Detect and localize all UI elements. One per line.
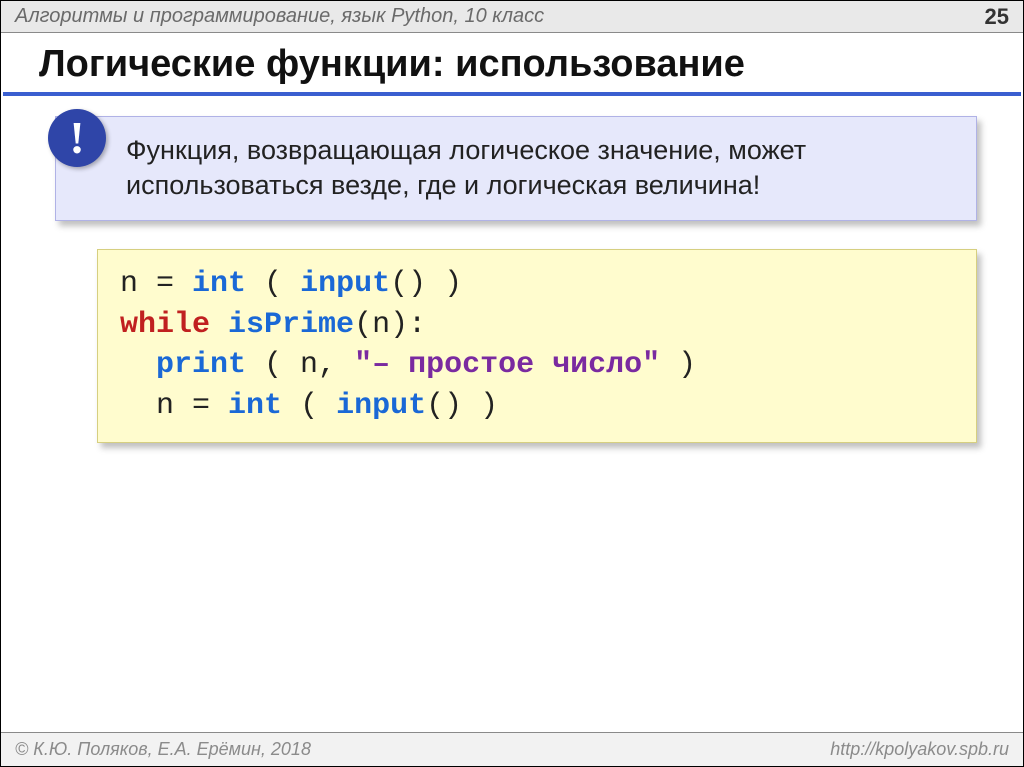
slide: Алгоритмы и программирование, язык Pytho…	[0, 0, 1024, 767]
footer-bar: © К.Ю. Поляков, Е.А. Ерёмин, 2018 http:/…	[1, 732, 1023, 766]
code-block: n = int ( input() ) while isPrime(n): pr…	[97, 249, 977, 443]
slide-title: Логические функции: использование	[3, 33, 1021, 96]
code-line-2: while isPrime(n):	[120, 308, 426, 342]
code-line-3: print ( n, "– простое число" )	[120, 348, 714, 382]
content-area: ! Функция, возвращающая логическое значе…	[1, 116, 1023, 732]
code-line-1: n = int ( input() )	[120, 267, 462, 301]
subject-label: Алгоритмы и программирование, язык Pytho…	[15, 5, 544, 28]
code-line-4: n = int ( input() )	[120, 389, 498, 423]
page-number: 25	[985, 4, 1009, 30]
copyright-label: © К.Ю. Поляков, Е.А. Ерёмин, 2018	[15, 739, 311, 760]
callout-text: Функция, возвращающая логическое значени…	[126, 133, 952, 202]
info-callout: ! Функция, возвращающая логическое значе…	[55, 116, 977, 221]
exclamation-icon: !	[48, 109, 106, 167]
footer-url: http://kpolyakov.spb.ru	[830, 739, 1009, 760]
header-bar: Алгоритмы и программирование, язык Pytho…	[1, 1, 1023, 33]
